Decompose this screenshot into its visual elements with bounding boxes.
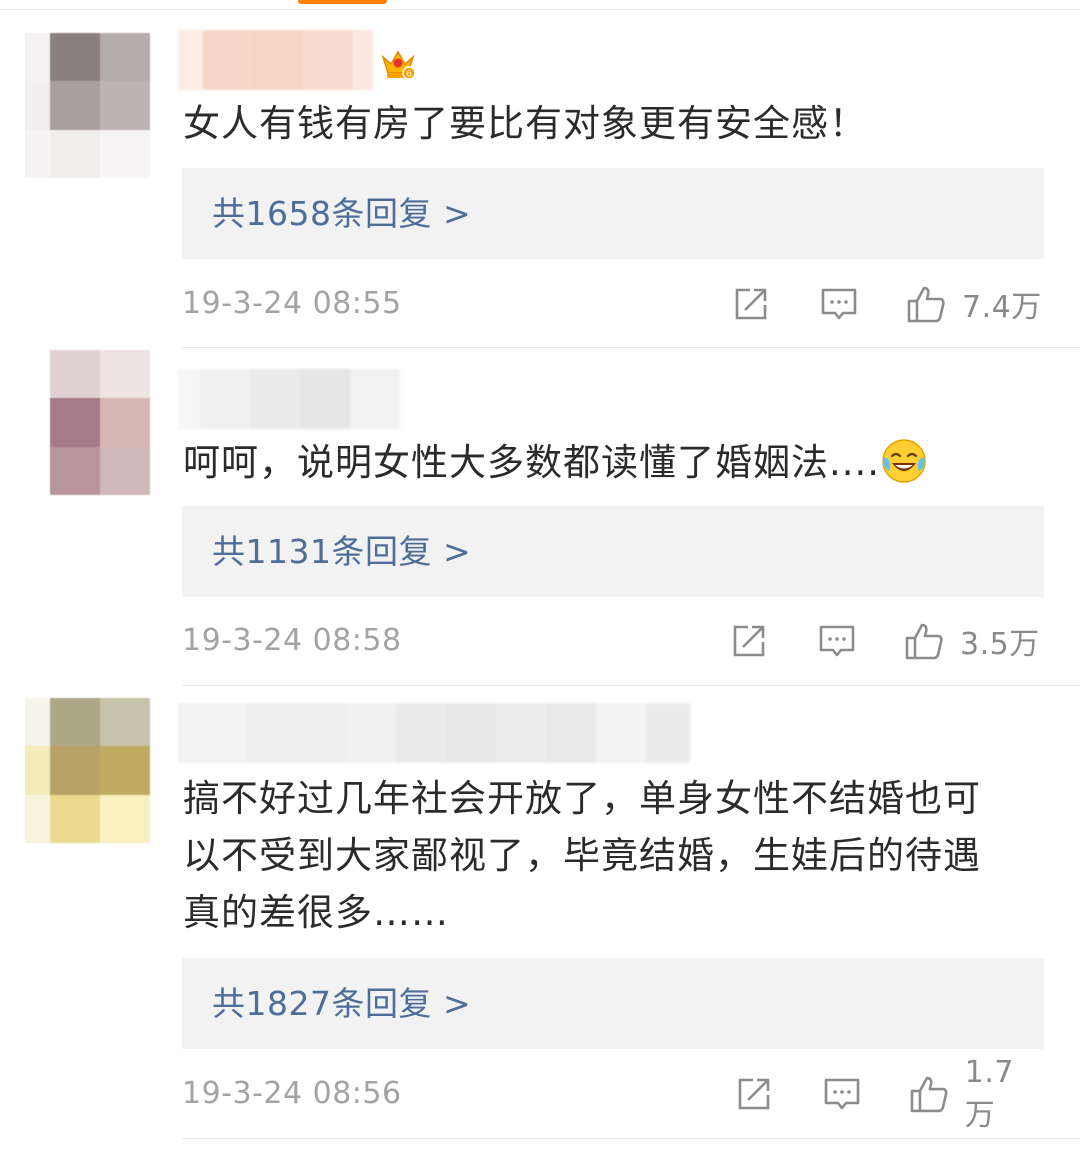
divider bbox=[182, 347, 1080, 348]
like-button[interactable]: 3.5万 bbox=[904, 616, 1040, 666]
avatar-edge bbox=[25, 33, 50, 178]
like-count: 1.7万 bbox=[964, 1054, 1014, 1133]
username[interactable] bbox=[178, 30, 373, 90]
comment-icon[interactable] bbox=[820, 285, 858, 323]
comment-icon[interactable] bbox=[823, 1075, 861, 1113]
username[interactable] bbox=[178, 369, 400, 429]
crown-icon[interactable]: 6 bbox=[378, 43, 418, 83]
comment-meta: 19-3-24 08:58 3.5万 bbox=[182, 616, 1044, 666]
divider bbox=[182, 685, 1080, 686]
timestamp: 19-3-24 08:56 bbox=[182, 1076, 402, 1111]
avatar[interactable] bbox=[50, 33, 150, 178]
divider bbox=[182, 1138, 1080, 1139]
reply-count-label: 共1827条回复 > bbox=[212, 984, 472, 1023]
comment-text-line: 以不受到大家鄙视了，毕竟结婚，生娃后的待遇 bbox=[183, 834, 981, 877]
view-replies-button[interactable]: 共1827条回复 > bbox=[182, 958, 1044, 1049]
timestamp: 19-3-24 08:58 bbox=[182, 623, 402, 658]
avatar[interactable] bbox=[50, 350, 150, 495]
timestamp: 19-3-24 08:55 bbox=[182, 286, 402, 321]
share-icon[interactable] bbox=[735, 1075, 773, 1113]
avatar-edge bbox=[25, 698, 50, 843]
reply-count-label: 共1131条回复 > bbox=[212, 532, 472, 571]
share-icon[interactable] bbox=[732, 285, 770, 323]
svg-text:6: 6 bbox=[406, 70, 412, 80]
comment-text-line: 真的差很多…… bbox=[183, 891, 449, 934]
reply-count-label: 共1658条回复 > bbox=[212, 194, 472, 233]
view-replies-button[interactable]: 共1131条回复 > bbox=[182, 506, 1044, 597]
share-icon[interactable] bbox=[730, 622, 768, 660]
thumbs-up-icon bbox=[907, 286, 945, 323]
avatar[interactable] bbox=[50, 698, 150, 843]
comment-text: 搞不好过几年社会开放了，单身女性不结婚也可 以不受到大家鄙视了，毕竟结婚，生娃后… bbox=[183, 770, 1043, 941]
thumbs-up-icon bbox=[905, 623, 943, 660]
like-button[interactable]: 1.7万 bbox=[909, 1055, 1044, 1133]
comment-icon[interactable] bbox=[818, 622, 856, 660]
view-replies-button[interactable]: 共1658条回复 > bbox=[182, 168, 1044, 259]
like-count: 3.5万 bbox=[960, 627, 1040, 662]
top-divider bbox=[0, 9, 1080, 10]
comment-text: 呵呵，说明女性大多数都读懂了婚姻法.... bbox=[183, 434, 1043, 491]
active-tab-indicator bbox=[298, 0, 387, 4]
like-count: 7.4万 bbox=[962, 290, 1042, 325]
comment-meta: 19-3-24 08:55 7.4万 bbox=[182, 279, 1044, 329]
laugh-cry-emoji-icon bbox=[882, 439, 926, 483]
thumbs-up-icon bbox=[910, 1076, 948, 1113]
comment-meta: 19-3-24 08:56 1.7万 bbox=[182, 1055, 1044, 1133]
like-button[interactable]: 7.4万 bbox=[906, 279, 1042, 329]
comment-text-content: 呵呵，说明女性大多数都读懂了婚姻法.... bbox=[183, 441, 881, 484]
comment-text: 女人有钱有房了要比有对象更有安全感！ bbox=[183, 102, 867, 145]
comment-text-line: 搞不好过几年社会开放了，单身女性不结婚也可 bbox=[183, 777, 981, 820]
username[interactable] bbox=[178, 703, 690, 763]
